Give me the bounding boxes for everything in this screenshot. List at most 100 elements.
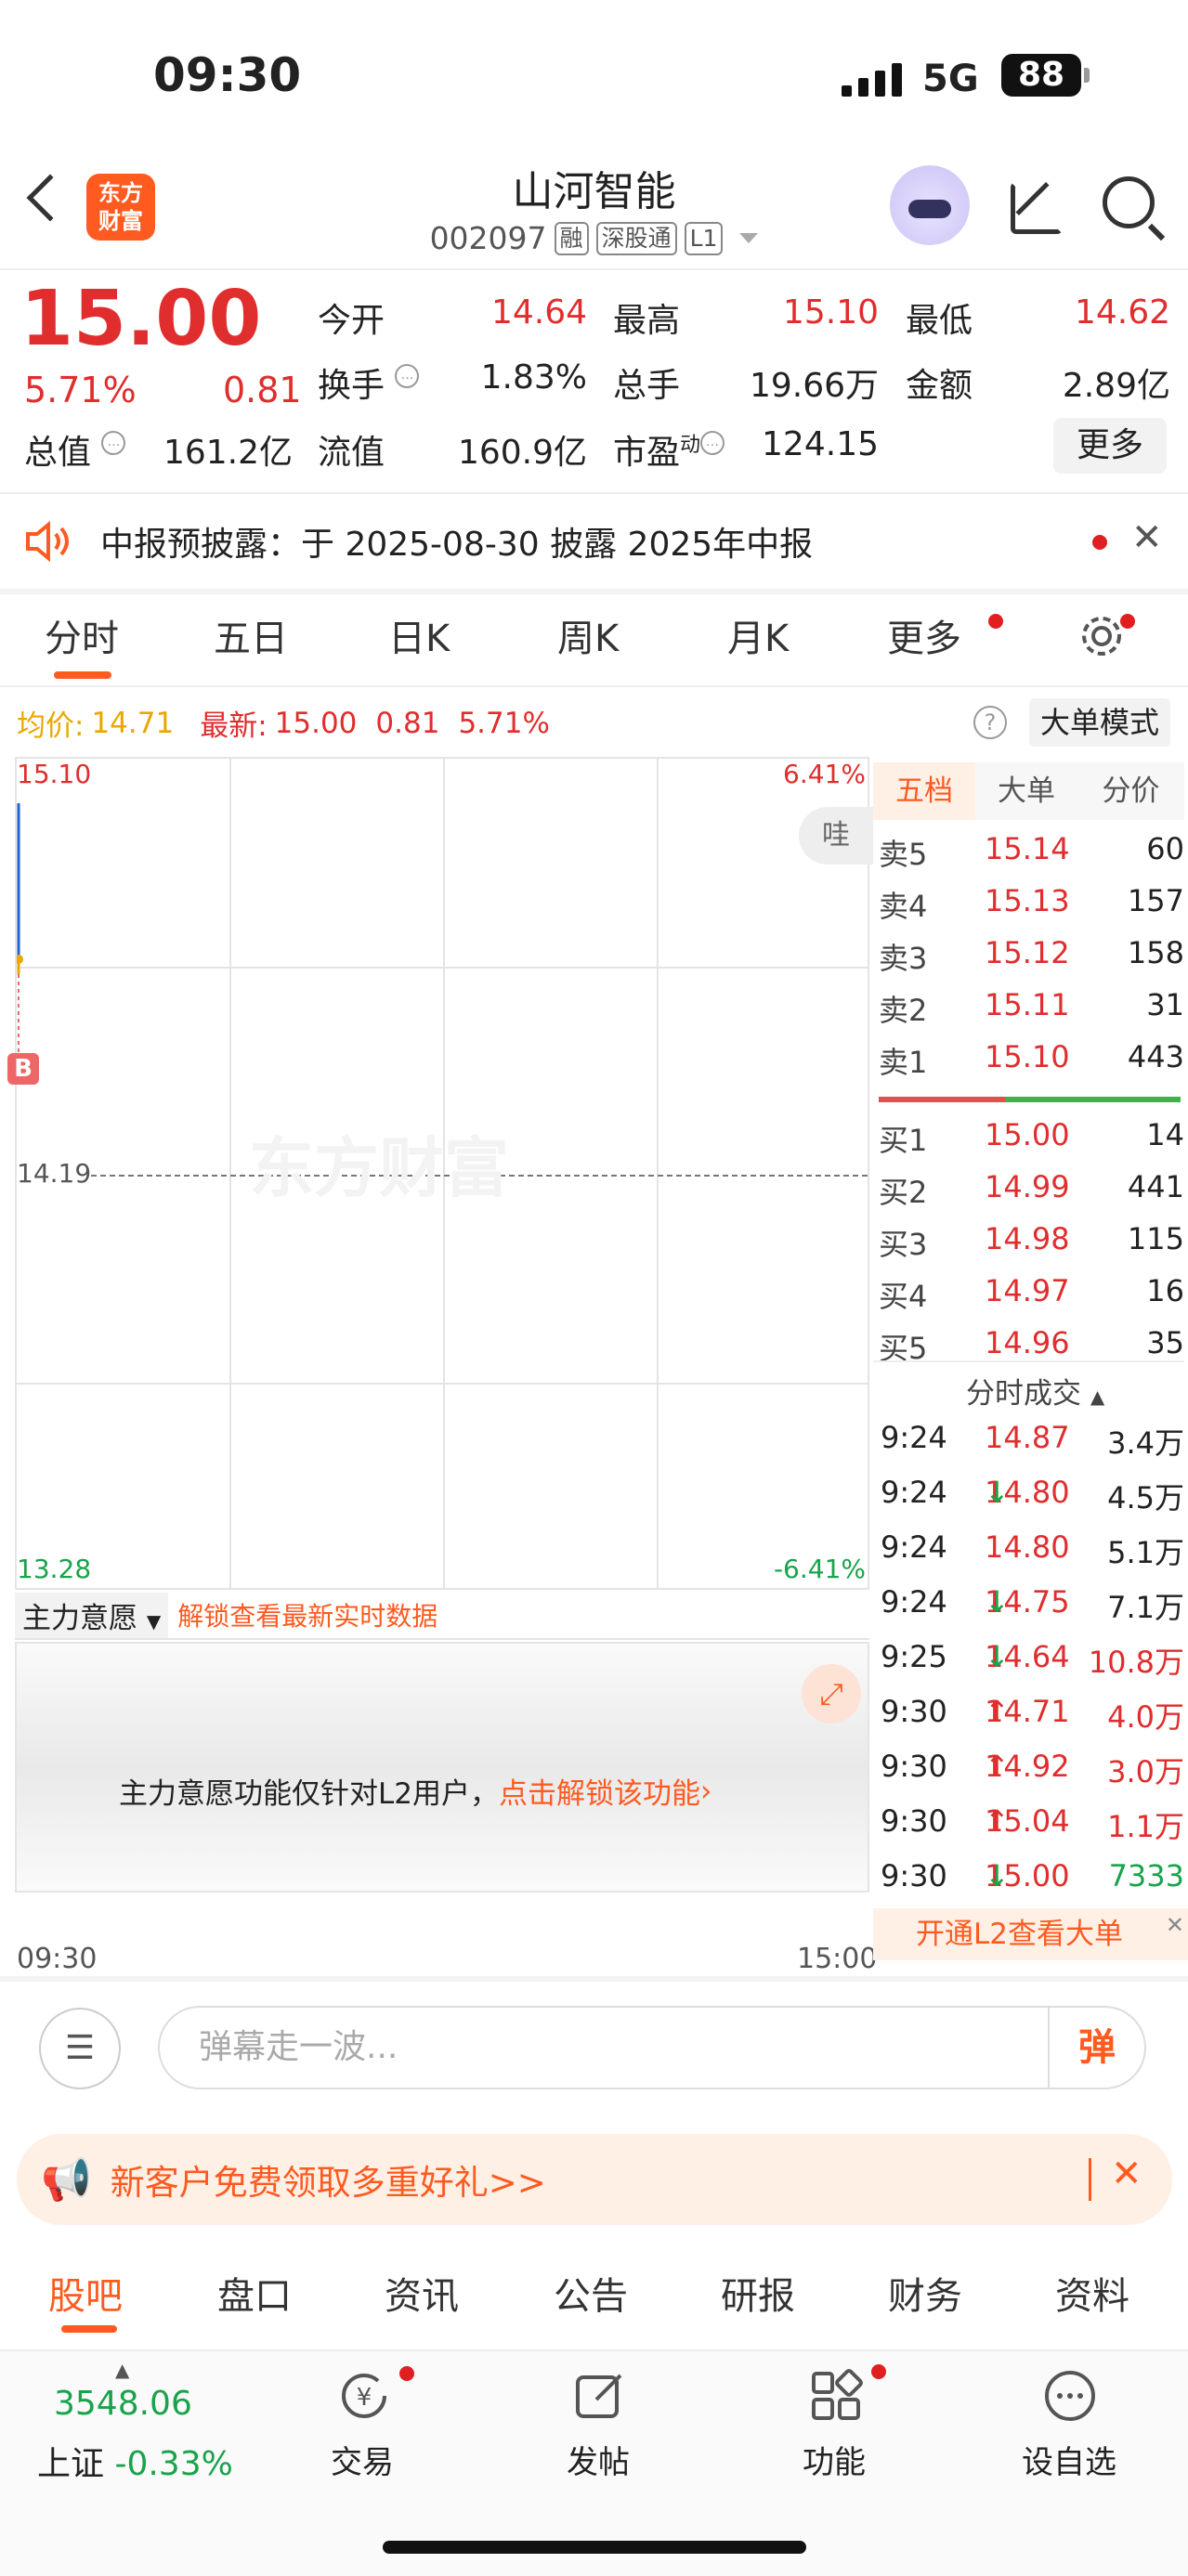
tab-5day[interactable]: 五日 [214, 608, 288, 662]
label-low: 最低 [906, 302, 973, 340]
tab-price-dist[interactable]: 分价 [1077, 762, 1184, 820]
tab-announcements[interactable]: 公告 [554, 2266, 628, 2320]
indicator-selector[interactable]: 主力意愿 ▼ [15, 1592, 169, 1638]
promo-banner[interactable]: 📢 新客户免费领取多重好礼>> ✕ [17, 2134, 1172, 2225]
l2-promo[interactable]: 开通L2查看大单 ✕ [873, 1908, 1188, 1960]
unread-dot [1120, 614, 1135, 629]
tab-five-levels[interactable]: 五档 [873, 762, 975, 820]
help-icon[interactable]: ? [973, 706, 1007, 739]
big-order-mode-button[interactable]: 大单模式 [1029, 698, 1170, 747]
unlock-link[interactable]: 点击解锁该功能 [499, 1770, 700, 1812]
time-end-label: 15:00 [797, 1943, 878, 1975]
megaphone-icon: 📢 [41, 2156, 92, 2204]
tab-more[interactable]: 更多 [887, 608, 961, 662]
y-prev-close-label: 14.19 [17, 1158, 92, 1189]
functions-grid-icon[interactable] [808, 2368, 864, 2424]
unlock-hint[interactable]: 解锁查看最新实时数据 [177, 1596, 437, 1633]
nav-trade[interactable]: 交易 [331, 2437, 394, 2482]
comment-bubble[interactable]: 哇 [799, 807, 873, 865]
unread-dot [1092, 535, 1107, 550]
info-icon[interactable]: … [395, 364, 420, 388]
level-label: 卖4 [879, 889, 928, 924]
tick-volume: 5.1万 [1107, 1535, 1184, 1570]
indicator-bar: 主力意愿 ▼ 解锁查看最新实时数据 [15, 1592, 869, 1640]
tab-profile[interactable]: 资料 [1055, 2266, 1129, 2320]
level-volume: 35 [1146, 1325, 1184, 1360]
tab-month-k[interactable]: 月K [727, 608, 789, 662]
level-price: 14.97 [985, 1273, 1070, 1308]
add-watchlist-icon[interactable] [1042, 2368, 1098, 2424]
chevron-down-icon[interactable] [739, 233, 759, 243]
info-icon[interactable]: … [101, 431, 126, 455]
indicator-panel: 主力意愿功能仅针对L2用户， 点击解锁该功能 › ⤢ [15, 1642, 869, 1893]
notice-bar[interactable]: 中报预披露：于 2025-08-30 披露 2025年中报 ✕ [0, 494, 1188, 589]
bid-row: 买1 15.00 14 [873, 1117, 1184, 1165]
ticks-title[interactable]: 分时成交 ▲ [966, 1370, 1104, 1412]
tab-quote-board[interactable]: 盘口 [217, 2266, 292, 2320]
grid-line [17, 967, 868, 969]
tab-research[interactable]: 研报 [721, 2266, 795, 2320]
search-icon[interactable] [1103, 176, 1155, 228]
buy-marker[interactable]: B [7, 1053, 39, 1085]
level-label: 买3 [879, 1227, 928, 1262]
tick-volume: 1.1万 [1107, 1809, 1184, 1844]
tab-news[interactable]: 资讯 [385, 2266, 459, 2320]
danmu-input[interactable]: 弹幕走一波... 弹 [158, 2006, 1146, 2089]
tick-volume: 3.0万 [1107, 1754, 1184, 1789]
robot-avatar-icon[interactable] [890, 165, 970, 245]
status-time: 09:30 [153, 48, 302, 102]
value-float-cap: 160.9亿 [457, 434, 587, 472]
nav-add-watchlist[interactable]: 设自选 [1022, 2437, 1116, 2482]
home-indicator [383, 2541, 806, 2554]
tick-row: 9:30 14.92 ↑ 3.0万 [881, 1749, 1184, 1789]
tab-intraday[interactable]: 分时 [45, 608, 119, 662]
info-icon[interactable]: … [700, 431, 725, 455]
value-turnover: 1.83% [480, 358, 587, 397]
close-icon[interactable]: ✕ [1131, 516, 1163, 559]
close-icon[interactable]: ✕ [1166, 1899, 1184, 1951]
nav-post[interactable]: 发帖 [567, 2437, 630, 2482]
divider [0, 1976, 1188, 1982]
order-book-tabs: 五档 大单 分价 [873, 762, 1184, 820]
index-row[interactable]: 上证 -0.33% [37, 2437, 233, 2485]
tick-row: 9:30 15.00 ↓ 7333 [881, 1858, 1184, 1893]
level-label: 买1 [879, 1123, 928, 1158]
grid-line [657, 759, 659, 1588]
close-icon[interactable]: ✕ [1111, 2153, 1142, 2195]
danmu-send-icon[interactable]: 弹 [1048, 2008, 1144, 2088]
divider [0, 685, 1188, 687]
level-volume: 31 [1146, 987, 1184, 1022]
divider [1089, 2158, 1091, 2201]
label-high: 最高 [613, 302, 681, 340]
tick-time: 9:24 [881, 1529, 947, 1565]
edit-post-icon[interactable] [572, 2368, 628, 2424]
index-value[interactable]: 3548.06 [54, 2385, 192, 2423]
active-tab-indicator [54, 671, 111, 679]
signal-icon [842, 58, 902, 97]
tick-row: 9:30 14.71 ↑ 4.0万 [881, 1694, 1184, 1735]
tick-volume: 4.0万 [1107, 1699, 1184, 1735]
tab-week-k[interactable]: 周K [557, 608, 619, 662]
expand-up-icon[interactable]: ▲ [115, 2359, 129, 2381]
tab-day-k[interactable]: 日K [388, 608, 450, 662]
share-icon[interactable] [1011, 182, 1063, 234]
tick-row: 9:24 14.87 3.4万 [881, 1420, 1184, 1461]
ask-row: 卖1 15.10 443 [873, 1039, 1184, 1087]
level-volume: 14 [1146, 1117, 1184, 1152]
tick-row: 9:24 14.80 ↓ 4.5万 [881, 1475, 1184, 1516]
level-label: 卖5 [879, 837, 928, 872]
intraday-chart[interactable]: 东方财富 B 15.10 14.19 13.28 6.41% -6.41% 哇 [7, 757, 873, 1590]
expand-icon[interactable]: ⤢ [802, 1664, 861, 1724]
tab-forum[interactable]: 股吧 [48, 2266, 123, 2320]
level-price: 15.00 [985, 1117, 1070, 1152]
trade-icon[interactable]: ¥ [336, 2370, 392, 2422]
level-label: 买4 [879, 1279, 928, 1314]
settings-gear-icon[interactable] [1077, 612, 1126, 660]
tab-finance[interactable]: 财务 [888, 2266, 962, 2320]
tab-big-orders[interactable]: 大单 [975, 762, 1077, 820]
speaker-icon [26, 521, 69, 562]
nav-functions[interactable]: 功能 [803, 2437, 866, 2482]
level-price: 15.13 [985, 883, 1070, 918]
danmu-settings-icon[interactable]: ☰ [39, 2008, 121, 2089]
more-button[interactable]: 更多 [1053, 418, 1167, 474]
